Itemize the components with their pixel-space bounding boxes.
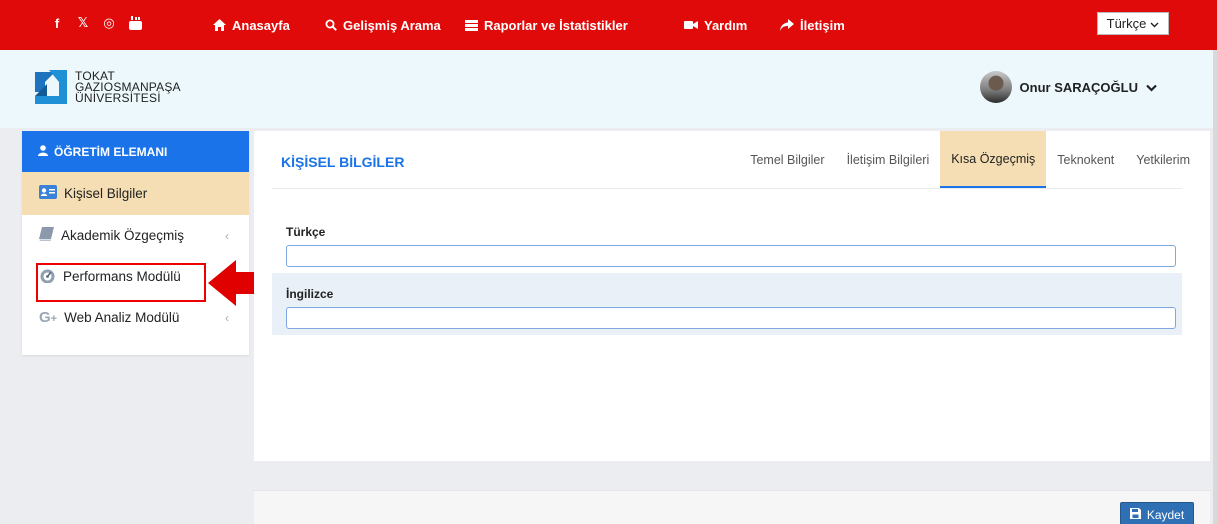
turkish-field-label: Türkçe	[286, 225, 326, 239]
user-name: Onur SARAÇOĞLU	[1019, 79, 1138, 95]
google-plus-icon: G+	[39, 309, 58, 326]
tab-bar: Temel Bilgiler İletişim Bilgileri Kısa Ö…	[739, 131, 1210, 189]
home-icon	[213, 19, 226, 31]
sidebar-item-label: Akademik Özgeçmiş	[61, 228, 185, 243]
university-logo[interactable]: TOKAT GAZIOSMANPAŞA ÜNİVERSİTESİ	[33, 68, 181, 106]
university-name: TOKAT GAZIOSMANPAŞA ÜNİVERSİTESİ	[75, 70, 181, 105]
avatar	[979, 71, 1012, 103]
university-logo-mark	[35, 70, 67, 104]
video-icon	[684, 20, 698, 30]
tab-contact-info[interactable]: İletişim Bilgileri	[836, 131, 941, 189]
sidebar-heading: ÖĞRETİM ELEMANI	[22, 131, 249, 172]
search-icon	[325, 19, 337, 31]
sidebar-item-label: Kişisel Bilgiler	[64, 186, 148, 201]
chevron-down-icon	[1150, 16, 1159, 31]
site-header: TOKAT GAZIOSMANPAŞA ÜNİVERSİTESİ Onur SA…	[0, 50, 1217, 128]
tab-teknokent[interactable]: Teknokent	[1046, 131, 1125, 189]
nav-contact-label: İletişim	[800, 17, 845, 33]
top-navigation-bar: f 𝕏 ◎ Anasayfa Gelişmiş Arama Raporlar v…	[0, 0, 1217, 50]
social-links: f 𝕏 ◎	[50, 15, 142, 31]
tab-permissions[interactable]: Yetkilerim	[1125, 131, 1210, 189]
floppy-disk-icon	[1129, 508, 1141, 522]
language-select-value: Türkçe	[1106, 16, 1147, 31]
nav-help-label: Yardım	[704, 17, 748, 33]
x-twitter-icon[interactable]: 𝕏	[76, 15, 90, 31]
chevron-down-icon	[1146, 80, 1157, 95]
turkish-input[interactable]	[286, 245, 1176, 267]
save-button[interactable]: Kaydet	[1120, 502, 1194, 524]
logo-line: ÜNİVERSİTESİ	[75, 90, 161, 105]
personal-info-panel: KİŞİSEL BİLGİLER Temel Bilgiler İletişim…	[254, 131, 1210, 461]
english-field-row: İngilizce	[272, 273, 1182, 335]
chevron-left-icon: ‹	[225, 228, 229, 243]
nav-home[interactable]: Anasayfa	[213, 0, 290, 50]
sidebar-item-academic-cv[interactable]: Akademik Özgeçmiş ‹	[22, 215, 249, 256]
share-arrow-icon	[780, 19, 794, 31]
nav-advanced-search-label: Gelişmiş Arama	[343, 17, 441, 33]
sidebar-item-personal-info[interactable]: Kişisel Bilgiler	[22, 172, 249, 215]
tab-basic-info[interactable]: Temel Bilgiler	[739, 131, 835, 189]
tab-short-cv[interactable]: Kısa Özgeçmiş	[940, 131, 1047, 189]
sidebar-heading-label: ÖĞRETİM ELEMANI	[54, 144, 168, 159]
id-card-icon	[39, 185, 57, 202]
facebook-icon[interactable]: f	[50, 15, 64, 31]
nav-help[interactable]: Yardım	[684, 0, 747, 50]
language-select[interactable]: Türkçe	[1097, 12, 1169, 35]
nav-home-label: Anasayfa	[232, 17, 290, 33]
chevron-left-icon: ‹	[225, 310, 229, 325]
english-field-label: İngilizce	[286, 287, 334, 301]
sidebar-item-label: Web Analiz Modülü	[64, 310, 180, 325]
performance-module-highlight	[36, 263, 206, 302]
nav-reports[interactable]: Raporlar ve İstatistikler	[465, 0, 628, 50]
divider	[272, 188, 1182, 189]
form-action-bar: Kaydet	[254, 490, 1210, 524]
book-icon	[39, 227, 54, 244]
save-button-label: Kaydet	[1146, 508, 1185, 522]
english-input[interactable]	[286, 307, 1176, 329]
nav-reports-label: Raporlar ve İstatistikler	[484, 17, 628, 33]
page-scrollbar[interactable]	[1213, 50, 1217, 524]
nav-contact[interactable]: İletişim	[780, 0, 845, 50]
nav-advanced-search[interactable]: Gelişmiş Arama	[325, 0, 441, 50]
sidebar: ÖĞRETİM ELEMANI Kişisel Bilgiler Akademi…	[22, 131, 249, 355]
user-icon	[38, 144, 48, 159]
turkish-field-row: Türkçe	[272, 211, 1182, 273]
page-title: KİŞİSEL BİLGİLER	[281, 154, 405, 170]
youtube-icon[interactable]	[128, 15, 142, 31]
list-icon	[465, 19, 478, 31]
instagram-icon[interactable]: ◎	[102, 15, 116, 31]
user-menu[interactable]: Onur SARAÇOĞLU	[979, 71, 1157, 103]
